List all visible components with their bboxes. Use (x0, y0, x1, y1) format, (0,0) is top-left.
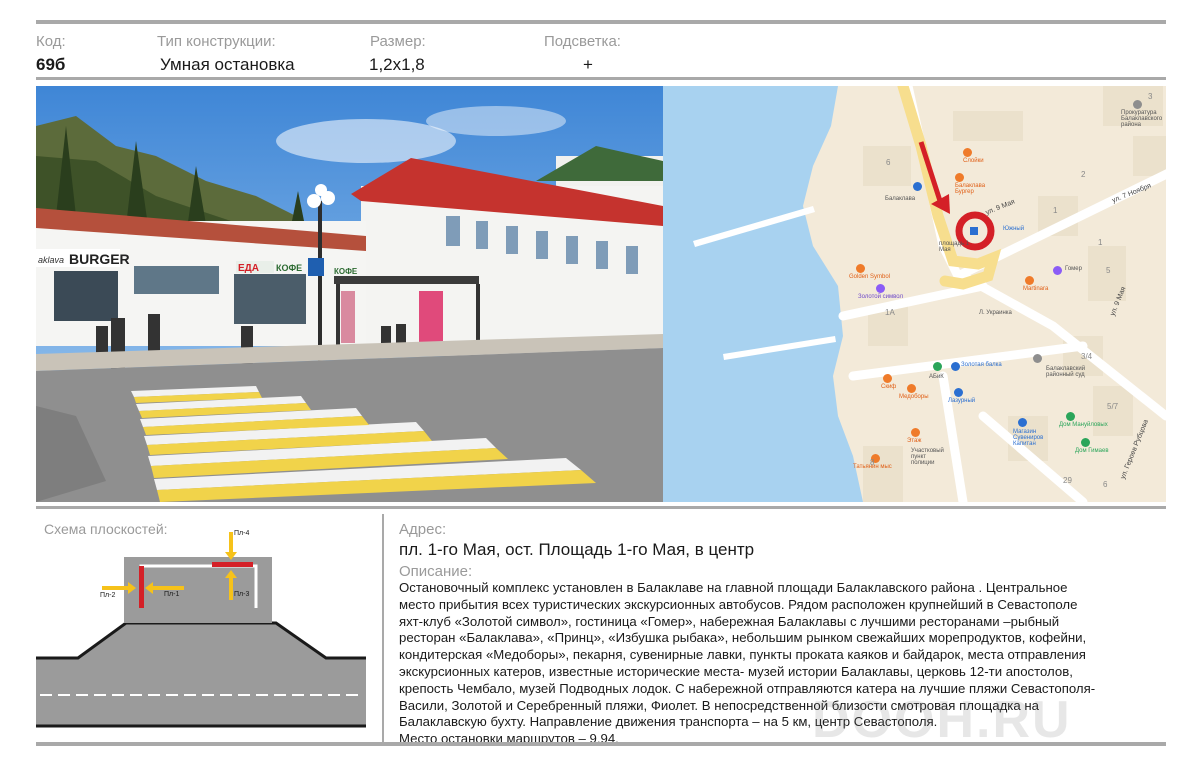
description-line: кондитерская «Медоборы», пекарня, сувени… (399, 647, 1086, 663)
map-num-1b: 1 (1098, 238, 1103, 247)
poi-magazin-icon (1018, 418, 1027, 427)
map-num-5: 5 (1106, 266, 1111, 275)
map-label-ploshad: площадь 1 Мая (939, 241, 970, 253)
poi-dom-manuil-icon (1066, 412, 1075, 421)
eda-sign: ЕДА (238, 263, 259, 274)
map-label-martinara: Martinara (1023, 286, 1049, 292)
description-line: место прибытия всех туристических экскур… (399, 596, 1078, 612)
map-label-sud: Балаклавский районный суд (1046, 366, 1086, 378)
poi-burger-icon (955, 173, 964, 182)
light-value: + (583, 55, 593, 74)
header-rule (36, 77, 1166, 80)
map-label-dom-gimaev: Дом Гимаев (1075, 448, 1109, 454)
kofe-sign-2: КОФЕ (334, 267, 358, 276)
map-label-balaklava: Балаклава (885, 196, 916, 202)
map-num-1: 1 (1053, 206, 1058, 215)
description-line: яхт-клуб «Золотой символ», гостиница «Го… (399, 613, 1060, 629)
poi-prokuratura-icon (1133, 100, 1142, 109)
location-photo: aklava BURGER ЕДА КОФЕ КОФЕ (36, 86, 663, 502)
poi-gomer-icon (1053, 266, 1062, 275)
map-label-burger: Балаклава Бургер (955, 183, 986, 195)
map-num-6: 6 (886, 158, 891, 167)
column-divider (382, 514, 384, 742)
size-label: Размер: (370, 33, 426, 50)
burger-sign: BURGER (69, 251, 130, 267)
plane-label-2: Пл-2 (100, 592, 115, 599)
poi-medobory-icon (907, 384, 916, 393)
type-label: Тип конструкции: (157, 33, 276, 50)
poi-etaj-icon (911, 428, 920, 437)
poi-zolotaya-icon (951, 362, 960, 371)
poi-dom-gimaev-icon (1081, 438, 1090, 447)
map-num-3: 3 (1148, 92, 1153, 101)
description-line: экскурсионных катеров, известные историч… (399, 663, 1073, 679)
map-label-abik: АБиК (929, 374, 944, 380)
location-map: Прокуратура Балаклавского района Слойки … (663, 86, 1166, 502)
map-num-8: 8 (870, 458, 875, 467)
description-label: Описание: (399, 563, 473, 580)
map-label-lazurny: Лазурный (948, 398, 976, 404)
poi-sloiki-icon (963, 148, 972, 157)
poi-abik-icon (933, 362, 942, 371)
map-label-skif: Скиф (881, 384, 897, 390)
map-num-6b: 6 (1103, 480, 1108, 489)
code-value: 69б (36, 55, 66, 74)
plane-label-4: Пл-4 (234, 530, 249, 537)
map-label-etaj: Этаж (907, 438, 922, 444)
plane-scheme: Пл-4 Пл-2 Пл-1 Пл-3 (36, 520, 366, 742)
poi-zolotoy-icon (876, 284, 885, 293)
poi-balaklava-icon (913, 182, 922, 191)
plane-label-3: Пл-3 (234, 591, 249, 598)
map-num-2: 2 (1081, 170, 1086, 179)
description-line: Остановочный комплекс установлен в Балак… (399, 580, 1068, 595)
poi-golden-icon (856, 264, 865, 273)
map-label-golden-symbol: Golden Symbol (849, 274, 891, 280)
address-value: пл. 1-го Мая, ост. Площадь 1-го Мая, в ц… (399, 540, 755, 559)
map-label-zolotaya-balka: Золотая балка (961, 362, 1002, 368)
light-label: Подсветка: (544, 33, 621, 50)
section-rule (36, 506, 1166, 509)
watermark: DOOH.RU (812, 691, 1072, 749)
map-num-29: 29 (1063, 476, 1072, 485)
map-label-gomer: Гомер (1065, 266, 1082, 272)
map-num-3-4: 3/4 (1081, 352, 1093, 361)
map-label-zolotoy-simvol: Золотой символ (858, 294, 903, 300)
map-label-l-ukrainka: Л. Украинка (979, 310, 1012, 316)
scheme-title: Схема плоскостей: (44, 521, 168, 537)
top-rule (36, 20, 1166, 24)
map-num-5-7: 5/7 (1107, 402, 1119, 411)
map-label-magazin: Магазин Сувениров Капитан (1013, 429, 1044, 447)
map-label-dom-manuilov: Дом Мануйловых (1059, 422, 1108, 428)
map-label-yuzhny: Южный (1003, 226, 1025, 232)
address-label: Адрес: (399, 521, 447, 538)
poi-lazurny-icon (954, 388, 963, 397)
map-label-uchastkovy: Участковый пункт полиции (911, 448, 944, 466)
map-num-1a: 1А (885, 308, 895, 317)
plane-label-1: Пл-1 (164, 591, 179, 598)
poi-sud-icon (1033, 354, 1042, 363)
burger-sign-prefix: aklava (38, 255, 64, 265)
bottom-rule (36, 742, 1166, 746)
poi-skif-icon (883, 374, 892, 383)
code-label: Код: (36, 33, 66, 50)
map-label-prokuratura: Прокуратура Балаклавского района (1121, 110, 1163, 128)
map-label-medobory: Медоборы (899, 394, 929, 400)
description-line: ресторан «Балаклава», «Принц», «Избушка … (399, 630, 1087, 646)
poi-martinara-icon (1025, 276, 1034, 285)
type-value: Умная остановка (160, 55, 295, 74)
kofe-sign: КОФЕ (276, 263, 302, 273)
map-label-sloiki: Слойки (963, 158, 984, 164)
size-value: 1,2x1,8 (369, 55, 425, 74)
